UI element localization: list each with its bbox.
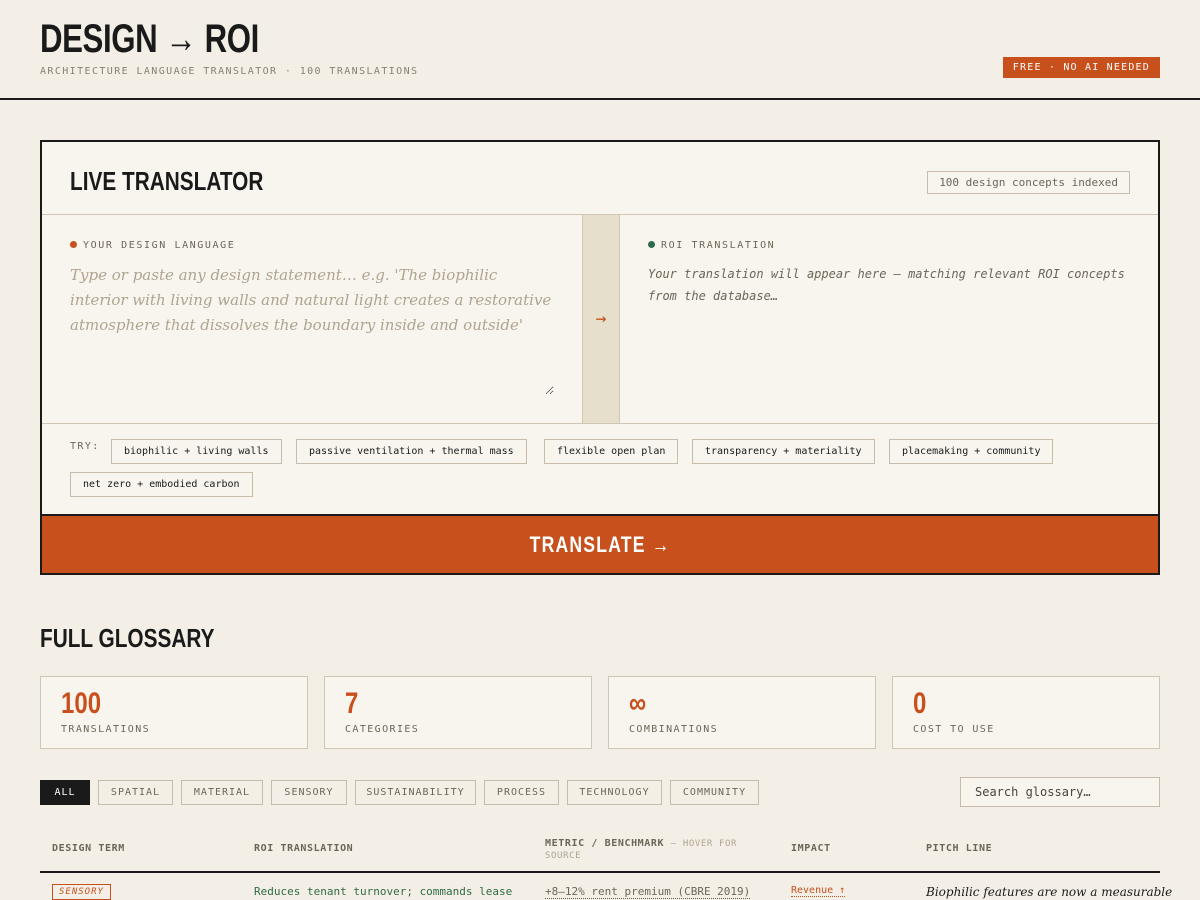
glossary-search-input[interactable] bbox=[960, 777, 1160, 807]
glossary-title: FULL GLOSSARY bbox=[40, 623, 215, 653]
live-translator-panel: LIVE TRANSLATOR 100 design concepts inde… bbox=[40, 140, 1160, 575]
example-chip[interactable]: placemaking + community bbox=[889, 439, 1054, 464]
example-chip[interactable]: passive ventilation + thermal mass bbox=[296, 439, 527, 464]
free-badge: FREE · NO AI NEEDED bbox=[1002, 57, 1160, 78]
column-header-pitch[interactable]: PITCH LINE bbox=[926, 843, 992, 854]
example-chip[interactable]: flexible open plan bbox=[544, 439, 679, 464]
filter-community[interactable]: COMMUNITY bbox=[670, 780, 759, 805]
filter-sustainability[interactable]: SUSTAINABILITY bbox=[355, 780, 476, 805]
table-header-divider bbox=[40, 871, 1160, 873]
green-dot-icon bbox=[648, 241, 655, 248]
site-header: DESIGN → ROI ARCHITECTURE LANGUAGE TRANS… bbox=[0, 0, 1200, 100]
indexed-count-badge: 100 design concepts indexed bbox=[927, 171, 1130, 194]
roi-translation-label: ROI TRANSLATION bbox=[648, 240, 775, 251]
brand-subtitle: ARCHITECTURE LANGUAGE TRANSLATOR · 100 T… bbox=[40, 66, 419, 77]
design-statement-input[interactable] bbox=[70, 263, 554, 395]
translator-header: LIVE TRANSLATOR 100 design concepts inde… bbox=[42, 142, 1158, 215]
stat-card-cost: 0 COST TO USE bbox=[892, 676, 1160, 749]
translate-button[interactable]: TRANSLATE → bbox=[42, 514, 1158, 573]
column-header-term[interactable]: DESIGN TERM bbox=[52, 843, 125, 854]
column-header-roi[interactable]: ROI TRANSLATION bbox=[254, 843, 353, 854]
stat-value: ∞ bbox=[629, 687, 647, 720]
stat-card-categories: 7 CATEGORIES bbox=[324, 676, 592, 749]
design-language-pane: YOUR DESIGN LANGUAGE bbox=[42, 215, 582, 423]
translator-title: LIVE TRANSLATOR bbox=[70, 166, 264, 196]
category-tag: SENSORY bbox=[52, 884, 111, 900]
stat-label: CATEGORIES bbox=[345, 724, 420, 735]
roi-translation-label-text: ROI TRANSLATION bbox=[661, 240, 776, 251]
example-chip[interactable]: biophilic + living walls bbox=[111, 439, 282, 464]
column-header-metric[interactable]: METRIC / BENCHMARK — HOVER FOR SOURCE bbox=[545, 838, 745, 862]
stat-card-combinations: ∞ COMBINATIONS bbox=[608, 676, 876, 749]
metric-header-label: METRIC / BENCHMARK bbox=[545, 838, 665, 849]
filter-technology[interactable]: TECHNOLOGY bbox=[567, 780, 662, 805]
stat-value: 7 bbox=[345, 687, 359, 720]
filter-material[interactable]: MATERIAL bbox=[181, 780, 263, 805]
example-chip[interactable]: transparency + materiality bbox=[692, 439, 875, 464]
stat-value: 100 bbox=[61, 687, 102, 720]
filter-process[interactable]: PROCESS bbox=[484, 780, 559, 805]
example-chip[interactable]: net zero + embodied carbon bbox=[70, 472, 253, 497]
try-examples-row: TRY: biophilic + living walls passive ve… bbox=[42, 423, 1158, 514]
translate-button-label: TRANSLATE → bbox=[529, 531, 671, 557]
stat-label: COMBINATIONS bbox=[629, 724, 719, 735]
stat-value: 0 bbox=[913, 687, 927, 720]
column-header-impact[interactable]: IMPACT bbox=[791, 843, 831, 854]
arrow-right-icon: → bbox=[582, 215, 620, 423]
design-language-label: YOUR DESIGN LANGUAGE bbox=[70, 240, 235, 251]
metric-cell[interactable]: +8–12% rent premium (CBRE 2019) bbox=[545, 885, 751, 899]
stat-card-translations: 100 TRANSLATIONS bbox=[40, 676, 308, 749]
roi-translation-output: Your translation will appear here — matc… bbox=[648, 267, 1125, 303]
orange-dot-icon bbox=[70, 241, 77, 248]
pitch-line-cell: Biophilic features are now a measurable bbox=[926, 885, 1173, 899]
filter-sensory[interactable]: SENSORY bbox=[271, 780, 347, 805]
brand-title: DESIGN → ROI bbox=[40, 17, 259, 61]
stat-label: TRANSLATIONS bbox=[61, 724, 151, 735]
roi-translation-cell: Reduces tenant turnover; commands lease bbox=[254, 885, 513, 898]
impact-cell[interactable]: Revenue ↑ bbox=[791, 885, 846, 897]
stat-label: COST TO USE bbox=[913, 724, 995, 735]
filter-spatial[interactable]: SPATIAL bbox=[98, 780, 173, 805]
roi-translation-pane: ROI TRANSLATION Your translation will ap… bbox=[620, 215, 1158, 423]
design-language-label-text: YOUR DESIGN LANGUAGE bbox=[83, 240, 236, 251]
filter-all[interactable]: ALL bbox=[40, 780, 90, 805]
try-label: TRY: bbox=[70, 441, 100, 452]
